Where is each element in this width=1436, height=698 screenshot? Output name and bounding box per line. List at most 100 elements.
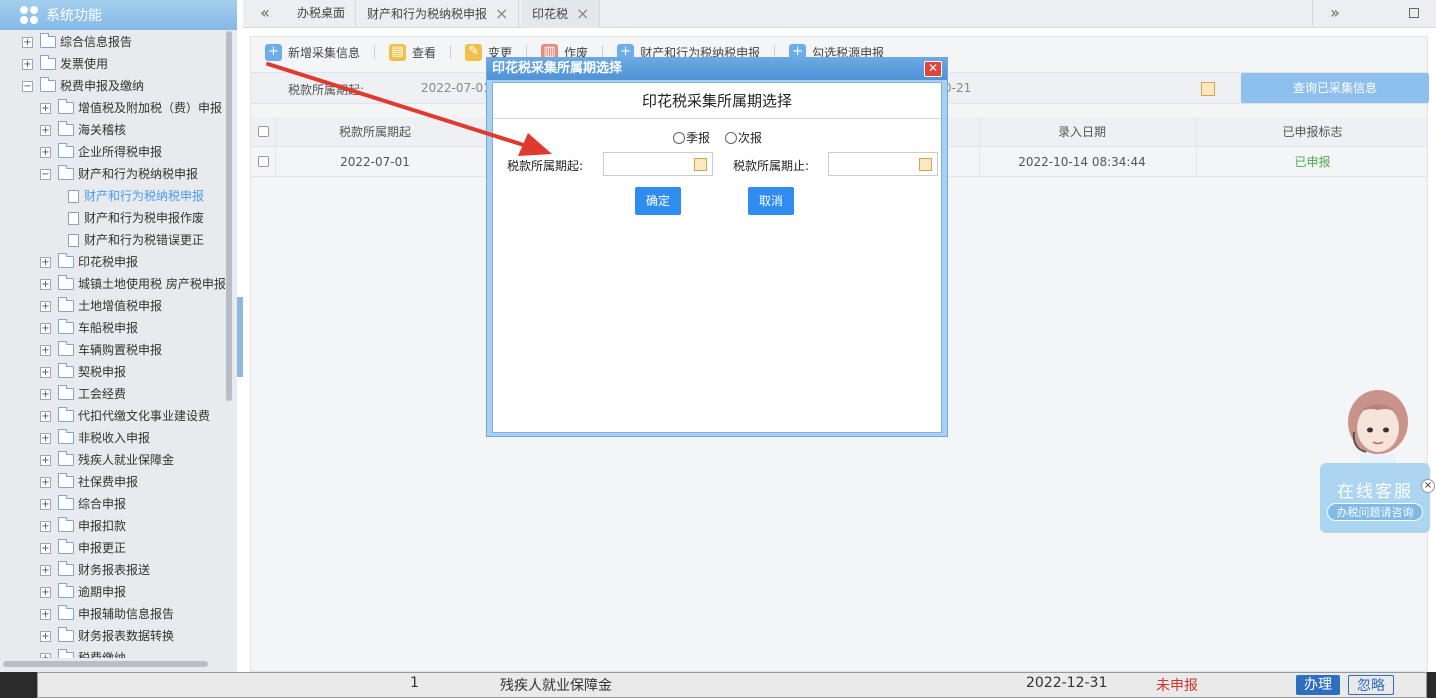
header-period-start[interactable]: 税款所属期起 — [275, 117, 475, 147]
expand-icon[interactable]: + — [40, 146, 51, 158]
expand-icon[interactable]: + — [40, 630, 51, 642]
ignore-button[interactable]: 忽略 — [1348, 675, 1394, 695]
row-checkbox[interactable] — [258, 156, 269, 167]
sidebar-item[interactable]: + 车辆购置税申报 — [0, 339, 226, 361]
start-period-input[interactable] — [603, 152, 713, 176]
period-end-value[interactable]: 0-21 — [944, 81, 971, 95]
expand-icon[interactable]: + — [40, 102, 51, 114]
sidebar-item[interactable]: − 税费申报及缴纳 — [0, 75, 226, 97]
sidebar-item[interactable]: + 逾期申报 — [0, 581, 226, 603]
calendar-icon[interactable] — [1201, 82, 1215, 96]
expand-icon[interactable]: + — [40, 300, 51, 312]
sidebar-item[interactable]: 财产和行为税错误更正 — [0, 229, 226, 251]
expand-icon[interactable]: + — [40, 652, 51, 658]
expand-icon[interactable]: + — [40, 344, 51, 356]
expand-icon[interactable]: + — [40, 586, 51, 598]
expand-icon[interactable]: + — [40, 498, 51, 510]
expand-icon[interactable]: + — [40, 520, 51, 532]
sidebar-item[interactable]: − 财产和行为税纳税申报 — [0, 163, 226, 185]
collapse-icon[interactable]: − — [40, 168, 51, 180]
expand-icon[interactable]: + — [40, 608, 51, 620]
tree-vertical-scrollbar[interactable] — [226, 31, 232, 401]
calendar-icon[interactable] — [694, 158, 707, 171]
close-widget-icon[interactable]: × — [1421, 479, 1435, 493]
sidebar-item[interactable]: + 印花税申报 — [0, 251, 226, 273]
radio-circle[interactable] — [673, 131, 685, 144]
sidebar-collapse-handle[interactable] — [237, 297, 243, 377]
expand-icon[interactable]: + — [40, 388, 51, 400]
sidebar-item[interactable]: + 城镇土地使用税 房产税申报 — [0, 273, 226, 295]
folder-icon — [58, 473, 74, 488]
sidebar-item[interactable]: + 代扣代缴文化事业建设费 — [0, 405, 226, 427]
expand-icon[interactable]: + — [40, 322, 51, 334]
sidebar-item[interactable]: + 工会经费 — [0, 383, 226, 405]
sidebar-item[interactable]: + 企业所得税申报 — [0, 141, 226, 163]
period-start-value[interactable]: 2022-07-01 — [421, 81, 491, 95]
file-icon — [68, 189, 79, 203]
cancel-button[interactable]: 取消 — [748, 187, 794, 215]
sidebar-item[interactable]: + 土地增值税申报 — [0, 295, 226, 317]
sidebar-item[interactable]: + 社保费申报 — [0, 471, 226, 493]
expand-icon[interactable]: + — [40, 278, 51, 290]
sidebar-item[interactable]: 财产和行为税申报作废 — [0, 207, 226, 229]
system-functions-icon — [20, 6, 38, 24]
add-collection-button[interactable]: + 新增采集信息 — [265, 43, 360, 61]
sidebar-item[interactable]: + 申报扣款 — [0, 515, 226, 537]
sidebar-item[interactable]: + 发票使用 — [0, 53, 226, 75]
expand-icon[interactable]: + — [40, 124, 51, 136]
view-button[interactable]: ▤ 查看 — [389, 43, 436, 61]
sidebar-item[interactable]: + 契税申报 — [0, 361, 226, 383]
query-collected-button[interactable]: 查询已采集信息 — [1241, 73, 1429, 103]
expand-icon[interactable]: + — [40, 256, 51, 268]
sidebar-item[interactable]: + 残疾人就业保障金 — [0, 449, 226, 471]
sidebar-item[interactable]: + 综合信息报告 — [0, 31, 226, 53]
expand-icon[interactable]: + — [40, 542, 51, 554]
select-all-checkbox[interactable] — [258, 126, 269, 137]
expand-icon[interactable]: + — [40, 432, 51, 444]
dialog-titlebar[interactable]: 印花税采集所属期选择 — [487, 58, 947, 80]
maximize-icon[interactable] — [1409, 8, 1419, 18]
tab-stamp-tax[interactable]: 印花税 × — [522, 0, 601, 28]
sidebar-item[interactable]: + 财务报表报送 — [0, 559, 226, 581]
tab-property-behavior-tax[interactable]: 财产和行为税纳税申报 × — [357, 0, 520, 28]
tree-horizontal-scrollbar[interactable] — [3, 661, 208, 667]
expand-icon[interactable]: + — [22, 58, 33, 70]
collapse-icon[interactable]: − — [22, 80, 33, 92]
calendar-icon[interactable] — [919, 158, 932, 171]
sidebar-item[interactable]: + 综合申报 — [0, 493, 226, 515]
header-entry-date[interactable]: 录入日期 — [979, 117, 1185, 147]
expand-icon[interactable]: + — [40, 410, 51, 422]
tab-scroll-right-icon[interactable]: » — [1321, 0, 1349, 28]
tab-scroll-left-icon[interactable]: « — [251, 0, 279, 28]
close-tab-icon[interactable]: × — [495, 0, 508, 27]
sidebar-item[interactable]: + 申报辅助信息报告 — [0, 603, 226, 625]
radio-quarterly[interactable]: 季报 — [673, 129, 710, 146]
expand-icon[interactable]: + — [40, 454, 51, 466]
expand-icon[interactable]: + — [22, 36, 33, 48]
confirm-button[interactable]: 确定 — [635, 187, 681, 215]
period-start-label: 税款所属期起: — [288, 83, 365, 97]
sidebar-item[interactable]: + 增值税及附加税（费）申报 — [0, 97, 226, 119]
handle-button[interactable]: 办理 — [1296, 675, 1340, 695]
header-declared-flag[interactable]: 已申报标志 — [1196, 117, 1429, 147]
radio-circle[interactable] — [725, 131, 737, 144]
sidebar-item[interactable]: + 财务报表数据转换 — [0, 625, 226, 647]
close-tab-icon[interactable]: × — [576, 0, 589, 27]
close-icon[interactable]: ✕ — [924, 61, 942, 77]
sidebar-item[interactable]: + 非税收入申报 — [0, 427, 226, 449]
tab-tax-desktop[interactable]: 办税桌面 — [287, 0, 357, 28]
expand-icon[interactable]: + — [40, 476, 51, 488]
sidebar-item-label: 申报扣款 — [78, 519, 127, 533]
online-service-widget[interactable]: 在线客服 办税问题请咨询 — [1320, 388, 1430, 538]
sidebar-item[interactable]: + 申报更正 — [0, 537, 226, 559]
sidebar-item[interactable]: + 车船税申报 — [0, 317, 226, 339]
expand-icon[interactable]: + — [40, 366, 51, 378]
radio-per-instance[interactable]: 次报 — [725, 129, 762, 146]
sidebar-item[interactable]: + 税费缴纳 — [0, 647, 226, 658]
sidebar-item[interactable]: 财产和行为税纳税申报 — [0, 185, 226, 207]
sidebar-item[interactable]: + 海关稽核 — [0, 119, 226, 141]
expand-icon[interactable]: + — [40, 564, 51, 576]
end-period-input[interactable] — [828, 152, 938, 176]
service-card[interactable]: 在线客服 办税问题请咨询 — [1320, 463, 1430, 533]
sidebar-item-label: 财产和行为税申报作废 — [84, 211, 205, 225]
